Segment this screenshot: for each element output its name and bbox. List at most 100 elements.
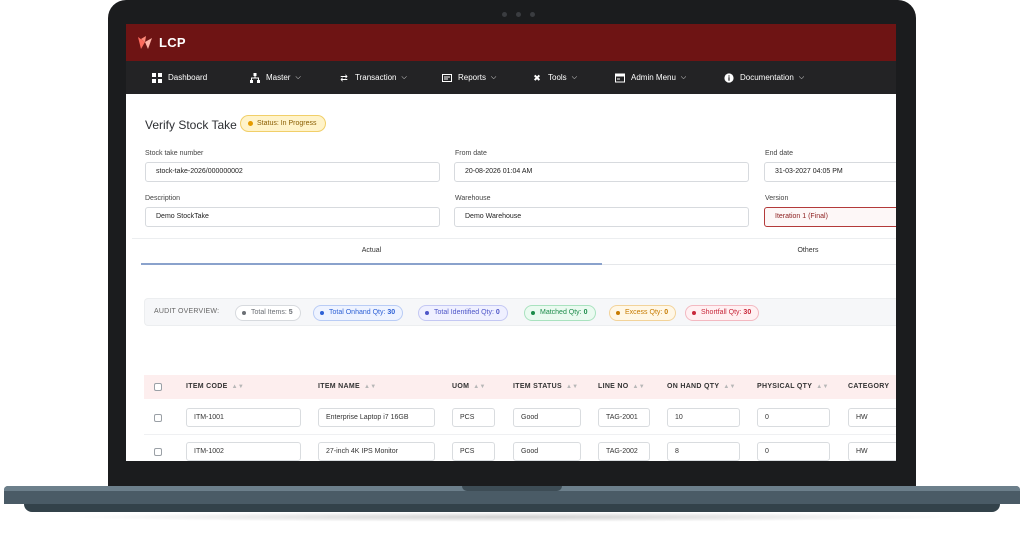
tools-icon: ✖ [533, 72, 541, 83]
chevron-down-icon: ⌵ [798, 73, 805, 81]
status-dot-icon [320, 311, 324, 315]
active-tab-indicator [141, 263, 602, 265]
audit-overview: AUDIT OVERVIEW: Total Items: 5 Total Onh… [144, 298, 896, 326]
page-title: Verify Stock Take [145, 118, 237, 132]
item-status-cell[interactable]: Good [513, 442, 581, 461]
main-content: Verify Stock Take Status: In Progress St… [126, 94, 896, 461]
table-row: ITM-1002 27-inch 4K IPS Monitor PCS Good… [144, 435, 896, 461]
shortfall-qty-pill: Shortfall Qty: 30 [685, 305, 760, 321]
line-no-cell[interactable]: TAG-2001 [598, 408, 650, 427]
uom-cell[interactable]: PCS [452, 408, 495, 427]
physical-qty-input[interactable]: 0 [757, 442, 830, 461]
sort-icon: ▲▼ [723, 384, 736, 390]
sort-icon: ▲▼ [632, 384, 645, 390]
version-select[interactable]: Iteration 1 (Final) [764, 207, 896, 227]
total-identified-qty-pill: Total Identified Qty: 0 [418, 305, 508, 321]
tab-actual[interactable]: Actual [141, 239, 602, 263]
chevron-down-icon: ⌵ [491, 73, 497, 81]
info-icon [724, 72, 734, 83]
row-checkbox[interactable] [154, 448, 162, 456]
transfer-icon: ⇄ [340, 72, 348, 83]
column-header-line-no[interactable]: LINE NO ▲▼ [598, 375, 645, 399]
chevron-down-icon: ⌵ [571, 73, 577, 81]
nav-dashboard[interactable]: Dashboard [152, 61, 207, 94]
admin-icon [615, 73, 625, 82]
category-cell[interactable]: HW [848, 442, 896, 461]
grid-icon [152, 72, 162, 83]
report-icon [442, 73, 452, 82]
column-header-item-status[interactable]: ITEM STATUS ▲▼ [513, 375, 578, 399]
item-name-cell[interactable]: 27-inch 4K IPS Monitor [318, 442, 435, 461]
hierarchy-icon [250, 72, 260, 83]
physical-qty-input[interactable]: 0 [757, 408, 830, 427]
from-date-field[interactable]: 20-08-2026 01:04 AM [454, 162, 749, 182]
nav-label: Reports [458, 73, 487, 82]
status-dot-icon [692, 311, 696, 315]
brand-name: LCP [159, 35, 186, 50]
sort-icon: ▲▼ [565, 384, 579, 390]
on-hand-qty-cell[interactable]: 10 [667, 408, 740, 427]
item-code-cell[interactable]: ITM-1002 [186, 442, 301, 461]
category-cell[interactable]: HW [848, 408, 896, 427]
description-label: Description [145, 195, 181, 202]
line-no-cell[interactable]: TAG-2002 [598, 442, 650, 461]
nav-reports[interactable]: Reports ⌵ [442, 61, 496, 94]
sort-icon: ▲▼ [473, 384, 486, 390]
total-items-pill: Total Items: 5 [235, 305, 301, 321]
version-label: Version [765, 195, 789, 202]
item-code-cell[interactable]: ITM-1001 [186, 408, 301, 427]
column-header-physical-qty[interactable]: PHYSICAL QTY ▲▼ [757, 375, 829, 399]
nav-label: Tools [548, 73, 567, 82]
matched-qty-pill: Matched Qty: 0 [524, 305, 596, 321]
status-badge: Status: In Progress [240, 115, 326, 132]
stock-take-number-label: Stock take number [145, 150, 204, 157]
audit-overview-label: AUDIT OVERVIEW: [154, 308, 220, 315]
table-header: ITEM CODE ▲▼ ITEM NAME ▲▼ UOM ▲▼ ITEM STATU… [144, 375, 896, 399]
chevron-down-icon: ⌵ [295, 73, 301, 81]
status-dot-icon [531, 311, 535, 315]
brand-bar: LCP [126, 24, 896, 61]
nav-label: Dashboard [168, 73, 208, 82]
sort-icon: ▲▼ [231, 384, 245, 390]
warehouse-label: Warehouse [455, 195, 491, 202]
nav-tools[interactable]: ✖ Tools ⌵ [532, 61, 577, 94]
nav-label: Admin Menu [631, 73, 676, 82]
item-name-cell[interactable]: Enterprise Laptop i7 16GB [318, 408, 435, 427]
warehouse-field[interactable]: Demo Warehouse [454, 207, 749, 227]
select-all-checkbox[interactable] [154, 383, 162, 391]
column-header-category[interactable]: CATEGORY [848, 375, 889, 399]
nav-documentation[interactable]: Documentation ⌵ [724, 61, 804, 94]
table-row: ITM-1001 Enterprise Laptop i7 16GB PCS G… [144, 401, 896, 435]
end-date-label: End date [765, 150, 794, 157]
nav-master[interactable]: Master ⌵ [250, 61, 301, 94]
column-header-item-code[interactable]: ITEM CODE ▲▼ [186, 375, 244, 399]
tab-others[interactable]: Others [602, 239, 896, 263]
logo-icon [138, 35, 152, 49]
total-onhand-qty-pill: Total Onhand Qty: 30 [313, 305, 404, 321]
chevron-down-icon: ⌵ [401, 73, 407, 81]
row-checkbox[interactable] [154, 414, 162, 422]
sort-icon: ▲▼ [816, 384, 829, 390]
nav-transaction[interactable]: ⇄ Transaction ⌵ [339, 61, 407, 94]
sort-icon: ▲▼ [363, 384, 377, 390]
status-dot-icon [242, 311, 246, 315]
nav-label: Master [266, 73, 291, 82]
status-dot-icon [425, 311, 429, 315]
stock-take-number-field[interactable]: stock-take-2026/000000002 [145, 162, 440, 182]
from-date-label: From date [455, 150, 487, 157]
column-header-uom[interactable]: UOM ▲▼ [452, 375, 486, 399]
column-header-item-name[interactable]: ITEM NAME ▲▼ [318, 375, 376, 399]
description-field[interactable]: Demo StockTake [145, 207, 440, 227]
uom-cell[interactable]: PCS [452, 442, 495, 461]
excess-qty-pill: Excess Qty: 0 [609, 305, 677, 321]
nav-label: Transaction [355, 73, 397, 82]
status-dot-icon [616, 311, 620, 315]
end-date-field[interactable]: 31-03-2027 04:05 PM [764, 162, 896, 182]
column-header-on-hand-qty[interactable]: ON HAND QTY ▲▼ [667, 375, 736, 399]
chevron-down-icon: ⌵ [680, 73, 687, 81]
item-status-cell[interactable]: Good [513, 408, 581, 427]
nav-admin-menu[interactable]: Admin Menu ⌵ [615, 61, 686, 94]
webcam [502, 10, 538, 18]
laptop-hinge-notch [462, 486, 562, 491]
on-hand-qty-cell[interactable]: 8 [667, 442, 740, 461]
